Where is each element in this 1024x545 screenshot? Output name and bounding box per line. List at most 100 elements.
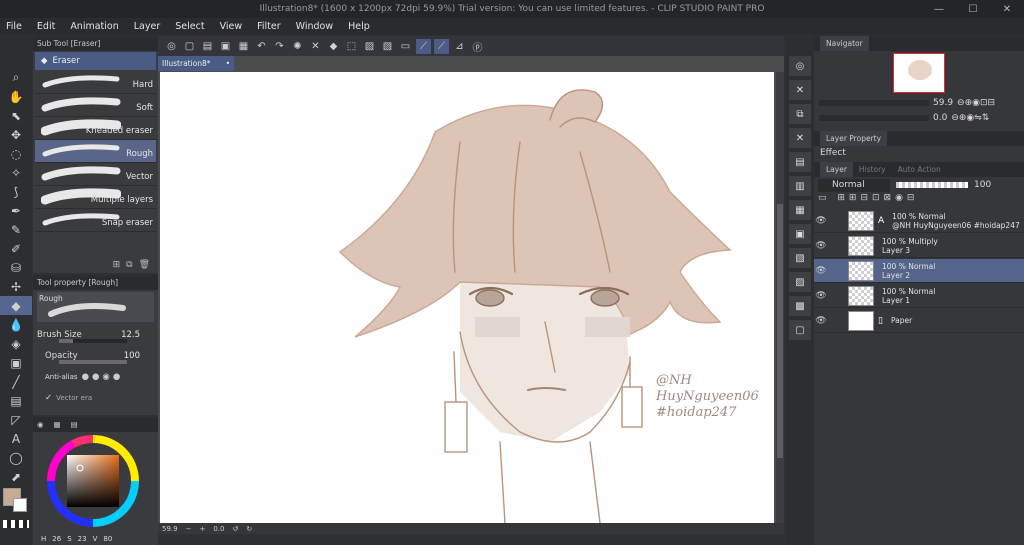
redo-icon[interactable]: ↷ xyxy=(272,39,287,54)
clear-layer-icon[interactable]: ✕ xyxy=(789,128,811,148)
fill-icon[interactable]: ◆ xyxy=(326,39,341,54)
tab-close-icon[interactable]: • xyxy=(226,59,230,68)
camera-icon[interactable]: ◎ xyxy=(789,56,811,76)
visibility-eye-icon[interactable]: 👁 xyxy=(814,316,828,326)
vector-erase-row[interactable]: ✓ Vector era xyxy=(33,387,158,408)
menu-file[interactable]: File xyxy=(6,21,22,32)
deselect-icon[interactable]: ▨ xyxy=(362,39,377,54)
visibility-eye-icon[interactable]: 👁 xyxy=(814,216,828,226)
brush-item[interactable]: Soft xyxy=(35,94,156,117)
text-icon[interactable]: A xyxy=(0,429,32,448)
navigator-preview[interactable] xyxy=(814,51,1024,95)
minimize-button[interactable]: — xyxy=(922,0,956,18)
eyedropper-icon[interactable]: ⟆ xyxy=(0,182,32,201)
brush-item[interactable]: Hard xyxy=(35,71,156,94)
ruler-icon[interactable]: ◸ xyxy=(0,410,32,429)
zoom-out-icon[interactable]: − xyxy=(186,525,192,533)
brush-size-row[interactable]: Brush Size 12.5 xyxy=(33,324,158,345)
decoration-icon[interactable]: ✢ xyxy=(0,277,32,296)
brush-item[interactable]: Snap eraser xyxy=(35,209,156,232)
pencil-icon[interactable]: ✎ xyxy=(0,220,32,239)
copy-icon[interactable]: ⧉ xyxy=(789,104,811,124)
clip-studio-icon[interactable]: ◎ xyxy=(164,39,179,54)
save-icon[interactable]: ▣ xyxy=(218,39,233,54)
magic-wand-icon[interactable]: ✧ xyxy=(0,163,32,182)
duplicate-icon[interactable]: ▥ xyxy=(789,176,811,196)
navigator-rotate-value[interactable]: 0.0 xyxy=(933,113,947,123)
cancel-icon[interactable]: ✕ xyxy=(789,80,811,100)
open-file-icon[interactable]: ▤ xyxy=(200,39,215,54)
history-tab[interactable]: History xyxy=(853,165,892,174)
antialias-options[interactable]: ●●◉● xyxy=(82,372,124,382)
layer-opacity-value[interactable]: 100 xyxy=(974,180,991,190)
maximize-button[interactable]: ☐ xyxy=(956,0,990,18)
airbrush-icon[interactable]: ⛁ xyxy=(0,258,32,277)
angle-value[interactable]: 0.0 xyxy=(213,525,224,533)
effect-row[interactable]: Effect xyxy=(814,146,1024,160)
blend-icon[interactable]: 💧 xyxy=(0,315,32,334)
zoom-in-icon[interactable]: + xyxy=(199,525,205,533)
zoom-icon[interactable]: ⌕ xyxy=(0,68,32,87)
menu-select[interactable]: Select xyxy=(175,21,204,32)
document-tab[interactable]: Illustration8* • xyxy=(158,56,234,71)
rotate-left-icon[interactable]: ↺ xyxy=(232,525,238,533)
new-file-icon[interactable]: ▢ xyxy=(182,39,197,54)
layer-row[interactable]: 👁 100 % Multiply Layer 3 xyxy=(814,234,1024,258)
clear-icon[interactable]: ✕ xyxy=(308,39,323,54)
menu-animation[interactable]: Animation xyxy=(70,21,118,32)
balloon-icon[interactable]: ◯ xyxy=(0,448,32,467)
layer-row[interactable]: 👁 100 % Normal Layer 2 xyxy=(814,259,1024,283)
convert-icon[interactable]: ▨ xyxy=(789,272,811,292)
eraser-icon[interactable]: ◆ xyxy=(0,296,32,315)
import-icon[interactable]: ▧ xyxy=(789,248,811,268)
material-icon[interactable]: ▩ xyxy=(789,296,811,316)
menu-layer[interactable]: Layer xyxy=(134,21,161,32)
navigator-tab[interactable]: Navigator xyxy=(820,36,869,51)
loading-icon[interactable]: ✺ xyxy=(290,39,305,54)
visibility-eye-icon[interactable]: 👁 xyxy=(814,291,828,301)
canvas-paper[interactable]: @NH HuyNguyeen06 #hoidap247 xyxy=(160,72,774,523)
navigator-rotate-row[interactable]: 0.0 ⊖⊕◉⇋⇅ xyxy=(814,110,1024,125)
brush-item[interactable]: Vector xyxy=(35,163,156,186)
menu-help[interactable]: Help xyxy=(348,21,370,32)
antialias-row[interactable]: Anti-alias ●●◉● xyxy=(33,366,158,387)
auto-action-tab[interactable]: Auto Action xyxy=(892,165,947,174)
move-layer-icon[interactable]: ✥ xyxy=(0,125,32,144)
selection-icon[interactable]: ▭ xyxy=(398,39,413,54)
undo-icon[interactable]: ↶ xyxy=(254,39,269,54)
brush-size-slider[interactable] xyxy=(59,339,127,343)
visibility-eye-icon[interactable]: 👁 xyxy=(814,266,828,276)
color-wheel-tab-icon[interactable]: ◉ xyxy=(37,420,44,429)
brush-item[interactable]: Kneaded eraser xyxy=(35,117,156,140)
copy-subtool-icon[interactable]: ⧉ xyxy=(126,260,132,273)
layer-row[interactable]: 👁 A 100 % Normal @NH HuyNguyeen06 #hoidap24… xyxy=(814,209,1024,233)
vector-erase-check[interactable]: ✓ xyxy=(45,393,52,403)
frame-icon[interactable]: ▤ xyxy=(0,391,32,410)
layer-opacity-slider[interactable] xyxy=(896,182,968,188)
pen-icon[interactable]: ✒ xyxy=(0,201,32,220)
hand-icon[interactable]: ✋ xyxy=(0,87,32,106)
layer-row[interactable]: 👁 ▯ Paper xyxy=(814,309,1024,333)
print-icon[interactable]: ▦ xyxy=(236,39,251,54)
brush-icon[interactable]: ✐ xyxy=(0,239,32,258)
navigator-zoom-icons[interactable]: ⊖⊕◉⊡⊟ xyxy=(957,98,995,108)
layer-tool-icons[interactable]: ▭ ⊞⊞⊟⊡⊠◉⊟ xyxy=(818,193,918,203)
preset-preview[interactable]: Rough xyxy=(37,292,154,322)
brush-item[interactable]: Multiple layers xyxy=(35,186,156,209)
delete-subtool-icon[interactable]: 🗑 xyxy=(139,260,150,273)
transform-icon[interactable]: ⬚ xyxy=(344,39,359,54)
gradient-icon[interactable]: ▣ xyxy=(0,353,32,372)
lasso-icon[interactable]: ◌ xyxy=(0,144,32,163)
sub-color-swatch[interactable] xyxy=(13,498,27,512)
visibility-eye-icon[interactable]: 👁 xyxy=(814,241,828,251)
color-history-tab-icon[interactable]: ▤ xyxy=(71,420,78,429)
figure-icon[interactable]: ╱ xyxy=(0,372,32,391)
snap-grid-icon[interactable]: ⊿ xyxy=(452,39,467,54)
navigator-rotate-slider[interactable] xyxy=(819,114,929,121)
layer-tab[interactable]: Layer xyxy=(820,162,853,177)
transparent-swatch[interactable] xyxy=(3,520,29,528)
canvas-vertical-scrollbar[interactable] xyxy=(776,72,784,523)
color-wheel[interactable] xyxy=(33,433,158,533)
rotate-right-icon[interactable]: ↻ xyxy=(246,525,252,533)
snap-ruler-icon[interactable]: ⟋ xyxy=(416,38,431,54)
